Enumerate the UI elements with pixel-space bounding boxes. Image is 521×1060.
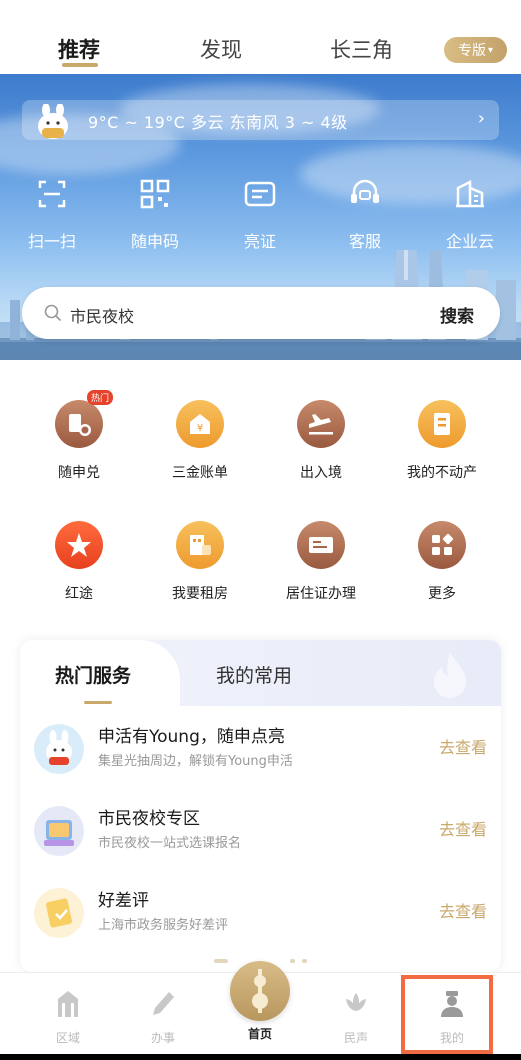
qr-code-icon <box>140 179 170 209</box>
lotus-icon <box>346 993 366 1011</box>
svg-text:¥: ¥ <box>197 423 203 434</box>
active-tab-indicator <box>62 63 98 67</box>
nav-label: 办事 <box>150 1031 175 1045</box>
service-residence-permit[interactable]: 居住证办理 <box>261 521 381 603</box>
top-tab-bar: 推荐 发现 长三角 专版 ▾ <box>0 0 521 74</box>
search-button[interactable]: 搜索 <box>440 302 474 327</box>
nav-public-voice[interactable]: 民声 <box>326 989 386 1046</box>
hot-badge: 热门 <box>86 390 113 405</box>
service-red-route[interactable]: 红途 <box>19 521 139 603</box>
quick-action-label: 随申码 <box>130 232 179 251</box>
hero-banner: 9°C ~ 19°C 多云 东南风 3 ~ 4级 › 扫一扫 随申码 亮证 客服… <box>0 74 521 360</box>
airplane-icon <box>297 400 345 448</box>
rent-house-icon <box>176 521 224 569</box>
tab-hot-services[interactable]: 热门服务 <box>55 661 131 688</box>
pen-icon <box>153 992 174 1015</box>
tab-discover[interactable]: 发现 <box>200 34 242 64</box>
weather-text: 9°C ~ 19°C 多云 东南风 3 ~ 4级 <box>88 113 348 132</box>
tab-my-favorites[interactable]: 我的常用 <box>216 661 292 688</box>
hot-services-card: 热门服务 我的常用 申活有Young，随申点亮 集星光抽周边，解锁有Young申… <box>20 640 501 972</box>
nav-label: 民声 <box>343 1031 368 1045</box>
more-grid-icon <box>418 521 466 569</box>
service-rent-house[interactable]: 我要租房 <box>140 521 260 603</box>
chevron-down-icon: ▾ <box>487 44 494 56</box>
service-label: 更多 <box>428 586 456 602</box>
highlight-box <box>401 975 493 1054</box>
tab-yangtze-delta[interactable]: 长三角 <box>330 34 393 64</box>
service-label: 我的不动产 <box>407 465 477 481</box>
fund-bill-icon: ¥ <box>176 400 224 448</box>
quick-action-customer-service[interactable]: 客服 <box>330 174 400 252</box>
search-input[interactable]: 市民夜校 <box>70 303 134 327</box>
list-item-subtitle: 上海市政务服务好差评 <box>98 918 229 933</box>
id-card-icon <box>244 181 276 207</box>
mascot-icon <box>38 104 68 139</box>
service-label: 随申兑 <box>58 465 100 481</box>
page-dot <box>302 959 307 963</box>
rating-icon <box>34 888 84 938</box>
list-item-subtitle: 集星光抽周边，解锁有Young申活 <box>98 754 293 769</box>
service-immigration[interactable]: 出入境 <box>261 400 381 482</box>
edition-button[interactable]: 专版 ▾ <box>444 37 507 63</box>
nav-label: 首页 <box>247 1027 272 1041</box>
quick-action-enterprise-cloud[interactable]: 企业云 <box>435 174 505 252</box>
service-label: 居住证办理 <box>286 586 356 602</box>
list-item-title: 市民夜校专区 <box>98 809 200 829</box>
quick-action-label: 亮证 <box>243 232 276 251</box>
scan-icon <box>38 180 66 208</box>
quick-action-label: 扫一扫 <box>27 232 76 251</box>
page-dot <box>290 959 295 963</box>
customer-service-icon <box>351 179 379 203</box>
property-icon <box>418 400 466 448</box>
tab-recommend[interactable]: 推荐 <box>58 34 100 64</box>
service-label: 出入境 <box>300 465 342 481</box>
service-more[interactable]: 更多 <box>382 521 502 603</box>
service-label: 红途 <box>65 586 93 602</box>
district-icon <box>58 991 78 1017</box>
service-fund-bill[interactable]: ¥ 三金账单 <box>140 400 260 482</box>
list-item-title: 好差评 <box>98 891 149 911</box>
search-bar[interactable]: 市民夜校 搜索 <box>22 287 500 339</box>
view-link[interactable]: 去查看 <box>439 734 487 758</box>
nav-district[interactable]: 区域 <box>38 989 98 1046</box>
young-mascot-icon <box>34 724 84 774</box>
service-property[interactable]: 我的不动产 <box>382 400 502 482</box>
quick-action-id-card[interactable]: 亮证 <box>225 174 295 252</box>
list-item-subtitle: 市民夜校一站式选课报名 <box>98 836 242 851</box>
flame-icon <box>434 652 466 698</box>
bottom-edge <box>0 1054 521 1060</box>
quick-action-scan[interactable]: 扫一扫 <box>17 174 87 252</box>
service-label: 三金账单 <box>172 465 228 481</box>
service-suishenduiexchange[interactable]: 热门 随申兑 <box>19 390 139 482</box>
list-item-title: 申活有Young，随申点亮 <box>98 727 285 747</box>
page-dot <box>214 959 228 963</box>
quick-action-label: 企业云 <box>445 232 494 251</box>
edition-label: 专版 <box>457 43 486 59</box>
exchange-icon: 热门 <box>55 390 113 448</box>
list-item[interactable]: 好差评 上海市政务服务好差评 去查看 <box>20 880 501 950</box>
quick-action-qr-code[interactable]: 随申码 <box>120 174 190 252</box>
chevron-right-icon: › <box>477 108 485 129</box>
view-link[interactable]: 去查看 <box>439 816 487 840</box>
nav-home[interactable]: 首页 <box>230 989 290 1042</box>
building-icon <box>456 179 484 208</box>
view-link[interactable]: 去查看 <box>439 898 487 922</box>
search-icon <box>44 304 62 322</box>
residence-permit-icon <box>297 521 345 569</box>
list-item[interactable]: 市民夜校专区 市民夜校一站式选课报名 去查看 <box>20 798 501 868</box>
card-tab-indicator <box>84 701 112 704</box>
service-label: 我要租房 <box>172 586 228 602</box>
quick-action-label: 客服 <box>348 232 381 251</box>
nav-affairs[interactable]: 办事 <box>133 989 193 1046</box>
nav-label: 区域 <box>55 1031 80 1045</box>
weather-bar[interactable]: 9°C ~ 19°C 多云 东南风 3 ~ 4级 › <box>22 100 499 140</box>
night-school-icon <box>34 806 84 856</box>
list-item[interactable]: 申活有Young，随申点亮 集星光抽周边，解锁有Young申活 去查看 <box>20 716 501 786</box>
red-star-icon <box>55 521 103 569</box>
